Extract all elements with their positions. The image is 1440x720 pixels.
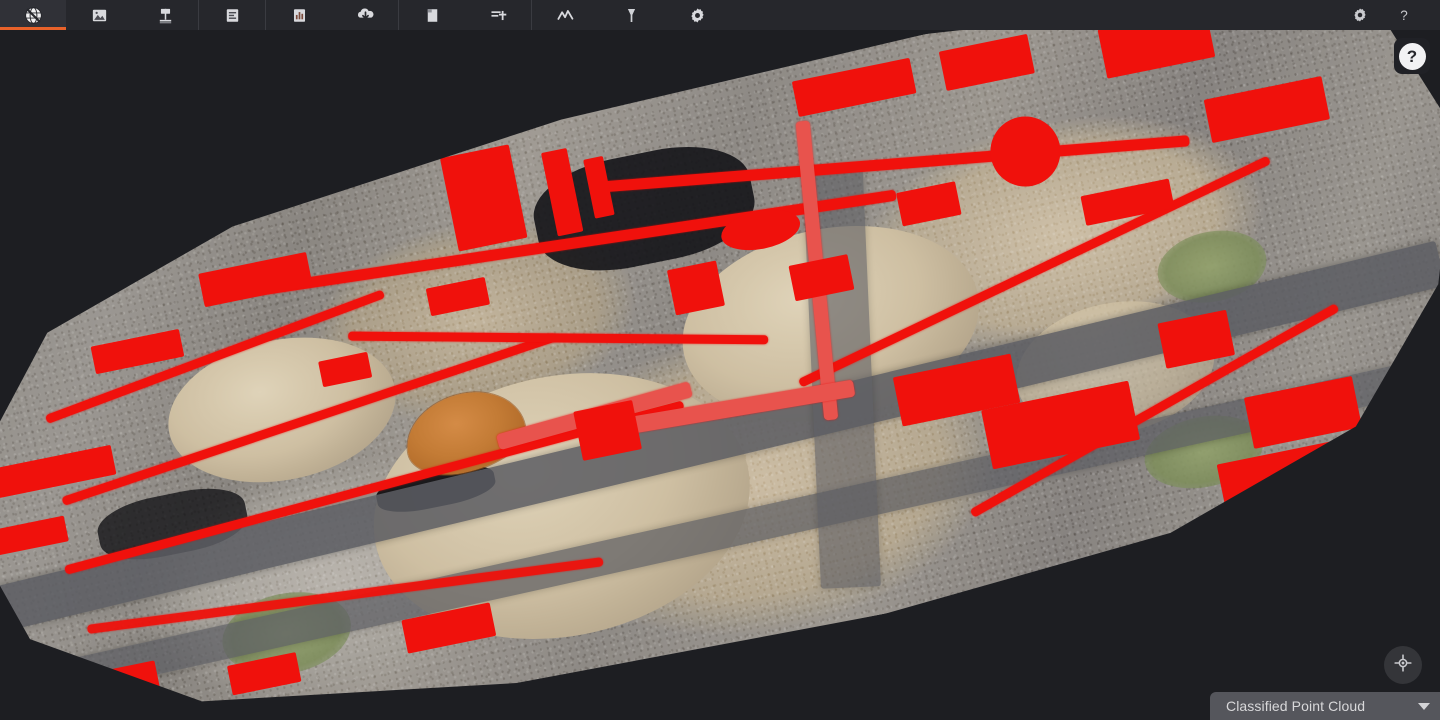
- document-icon: [223, 6, 242, 25]
- bar-chart-icon: [290, 6, 309, 25]
- toolbar-item-quality[interactable]: [266, 0, 332, 30]
- crosshair-target-icon: [1393, 653, 1413, 678]
- layer-select-label: Classified Point Cloud: [1226, 698, 1366, 714]
- globe-icon: [24, 6, 43, 25]
- classified-red-cluster-23: [76, 660, 161, 709]
- gcp-marker-icon: [156, 6, 175, 25]
- layer-select-dropdown[interactable]: Classified Point Cloud: [1210, 692, 1440, 720]
- toolbar-left-group: [0, 0, 730, 30]
- gear-cog-icon: [688, 6, 707, 25]
- toolbar-right-group: ?: [1338, 0, 1440, 30]
- toolbar-item-map-3d[interactable]: [0, 0, 66, 30]
- question-mark-icon: ?: [1398, 42, 1426, 70]
- toolbar-item-downloads[interactable]: [332, 0, 398, 30]
- line-chart-icon: [556, 6, 575, 25]
- toolbar-item-analysis[interactable]: [532, 0, 598, 30]
- settings-button[interactable]: [1338, 0, 1382, 30]
- question-icon: ?: [1395, 6, 1414, 25]
- clipboard-icon: [423, 6, 442, 25]
- photogrammetry-mesh: [0, 30, 1440, 720]
- 3d-point-cloud-viewport[interactable]: ? Classified Point Cloud: [0, 30, 1440, 720]
- toolbar-item-tools[interactable]: [598, 0, 664, 30]
- toolbar-item-images[interactable]: [66, 0, 132, 30]
- recenter-view-button[interactable]: [1384, 646, 1422, 684]
- toolbar-item-notes[interactable]: [399, 0, 465, 30]
- wrench-icon: [622, 6, 641, 25]
- gear-icon: [1351, 6, 1370, 25]
- classified-red-cluster-24: [667, 260, 725, 315]
- svg-text:?: ?: [1400, 7, 1408, 22]
- point-cloud-scene: [0, 30, 1440, 720]
- toolbar-item-processing[interactable]: [664, 0, 730, 30]
- main-toolbar: ?: [0, 0, 1440, 30]
- help-overlay-button[interactable]: ?: [1394, 38, 1430, 74]
- list-add-icon: [489, 6, 508, 25]
- toolbar-item-add-layer[interactable]: [465, 0, 531, 30]
- help-toolbar-button[interactable]: ?: [1382, 0, 1426, 30]
- toolbar-item-gcp[interactable]: [132, 0, 198, 30]
- download-icon: [356, 6, 375, 25]
- chevron-down-icon: [1418, 702, 1430, 710]
- image-icon: [90, 6, 109, 25]
- mesh-surface: [0, 30, 1440, 720]
- toolbar-item-report[interactable]: [199, 0, 265, 30]
